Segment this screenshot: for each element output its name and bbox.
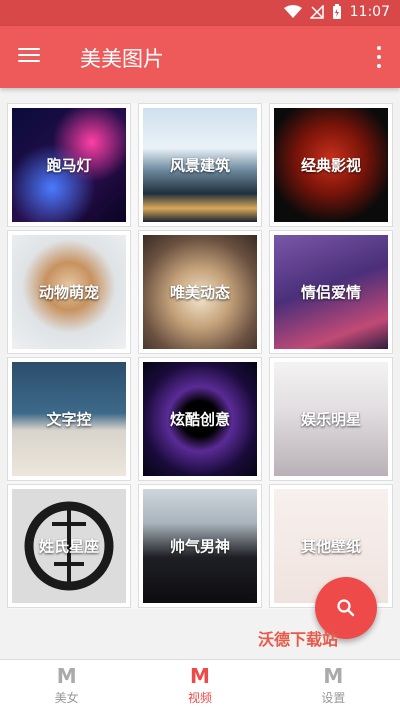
category-image: 姓氏星座 bbox=[12, 489, 126, 603]
m-logo-icon: M bbox=[56, 664, 77, 688]
nav-item-video[interactable]: M 视频 bbox=[133, 660, 266, 711]
category-tile-pet[interactable]: 动物萌宠 bbox=[7, 230, 131, 354]
status-icons: 11:07 bbox=[283, 4, 390, 20]
category-tile-text[interactable]: 文字控 bbox=[7, 357, 131, 481]
category-tile-love[interactable]: 情侣爱情 bbox=[269, 230, 393, 354]
category-label: 跑马灯 bbox=[46, 156, 92, 175]
category-image: 跑马灯 bbox=[12, 108, 126, 222]
nav-label: 视频 bbox=[187, 691, 212, 705]
category-image: 情侣爱情 bbox=[274, 235, 388, 349]
category-image: 经典影视 bbox=[274, 108, 388, 222]
watermark-text: 沃德下载站 bbox=[258, 630, 339, 649]
category-tile-movie[interactable]: 经典影视 bbox=[269, 103, 393, 227]
category-tile-boy[interactable]: 帅气男神 bbox=[138, 484, 262, 608]
category-label: 姓氏星座 bbox=[38, 537, 99, 556]
category-image: 动物萌宠 bbox=[12, 235, 126, 349]
bottom-navigation: M 美女 M 视频 M 设置 bbox=[0, 659, 400, 711]
category-label: 动物萌宠 bbox=[38, 283, 99, 302]
category-image: 炫酷创意 bbox=[143, 362, 257, 476]
nav-label: 设置 bbox=[321, 691, 346, 705]
category-label: 帅气男神 bbox=[169, 537, 230, 556]
category-tile-zodiac[interactable]: 姓氏星座 bbox=[7, 484, 131, 608]
status-bar: 11:07 bbox=[0, 0, 400, 26]
category-label: 唯美动态 bbox=[169, 283, 230, 302]
category-image: 娱乐明星 bbox=[274, 362, 388, 476]
no-signal-icon bbox=[309, 5, 324, 19]
category-grid: 跑马灯 风景建筑 经典影视 动物萌宠 唯美动态 情侣爱情 文字控 炫酷创意 娱乐… bbox=[7, 103, 393, 609]
m-person-icon: M bbox=[323, 664, 344, 688]
category-tile-dynamic[interactable]: 唯美动态 bbox=[138, 230, 262, 354]
search-icon bbox=[337, 599, 355, 617]
category-image: 文字控 bbox=[12, 362, 126, 476]
nav-item-settings[interactable]: M 设置 bbox=[267, 660, 400, 711]
more-vert-icon bbox=[377, 46, 381, 50]
category-tile-star[interactable]: 娱乐明星 bbox=[269, 357, 393, 481]
page-title: 美美图片 bbox=[80, 47, 164, 71]
more-options-button[interactable] bbox=[374, 46, 384, 68]
category-image: 帅气男神 bbox=[143, 489, 257, 603]
category-tile-cool[interactable]: 炫酷创意 bbox=[138, 357, 262, 481]
category-label: 文字控 bbox=[46, 410, 92, 429]
category-label: 情侣爱情 bbox=[300, 283, 361, 302]
hamburger-icon bbox=[18, 47, 40, 50]
m-video-icon: M bbox=[190, 664, 210, 688]
category-tile-led[interactable]: 跑马灯 bbox=[7, 103, 131, 227]
category-image: 唯美动态 bbox=[143, 235, 257, 349]
category-label: 经典影视 bbox=[300, 156, 361, 175]
category-image: 风景建筑 bbox=[143, 108, 257, 222]
nav-label: 美女 bbox=[54, 691, 79, 705]
status-time: 11:07 bbox=[349, 4, 390, 20]
category-label: 风景建筑 bbox=[169, 156, 230, 175]
wifi-icon bbox=[283, 5, 302, 18]
category-label: 炫酷创意 bbox=[169, 410, 230, 429]
category-label: 其他壁纸 bbox=[300, 537, 361, 556]
app-bar: 美美图片 bbox=[0, 26, 400, 88]
category-label: 娱乐明星 bbox=[300, 410, 361, 429]
battery-icon bbox=[332, 4, 341, 19]
menu-button[interactable] bbox=[18, 44, 44, 70]
category-tile-scenery[interactable]: 风景建筑 bbox=[138, 103, 262, 227]
nav-item-beauty[interactable]: M 美女 bbox=[0, 660, 133, 711]
